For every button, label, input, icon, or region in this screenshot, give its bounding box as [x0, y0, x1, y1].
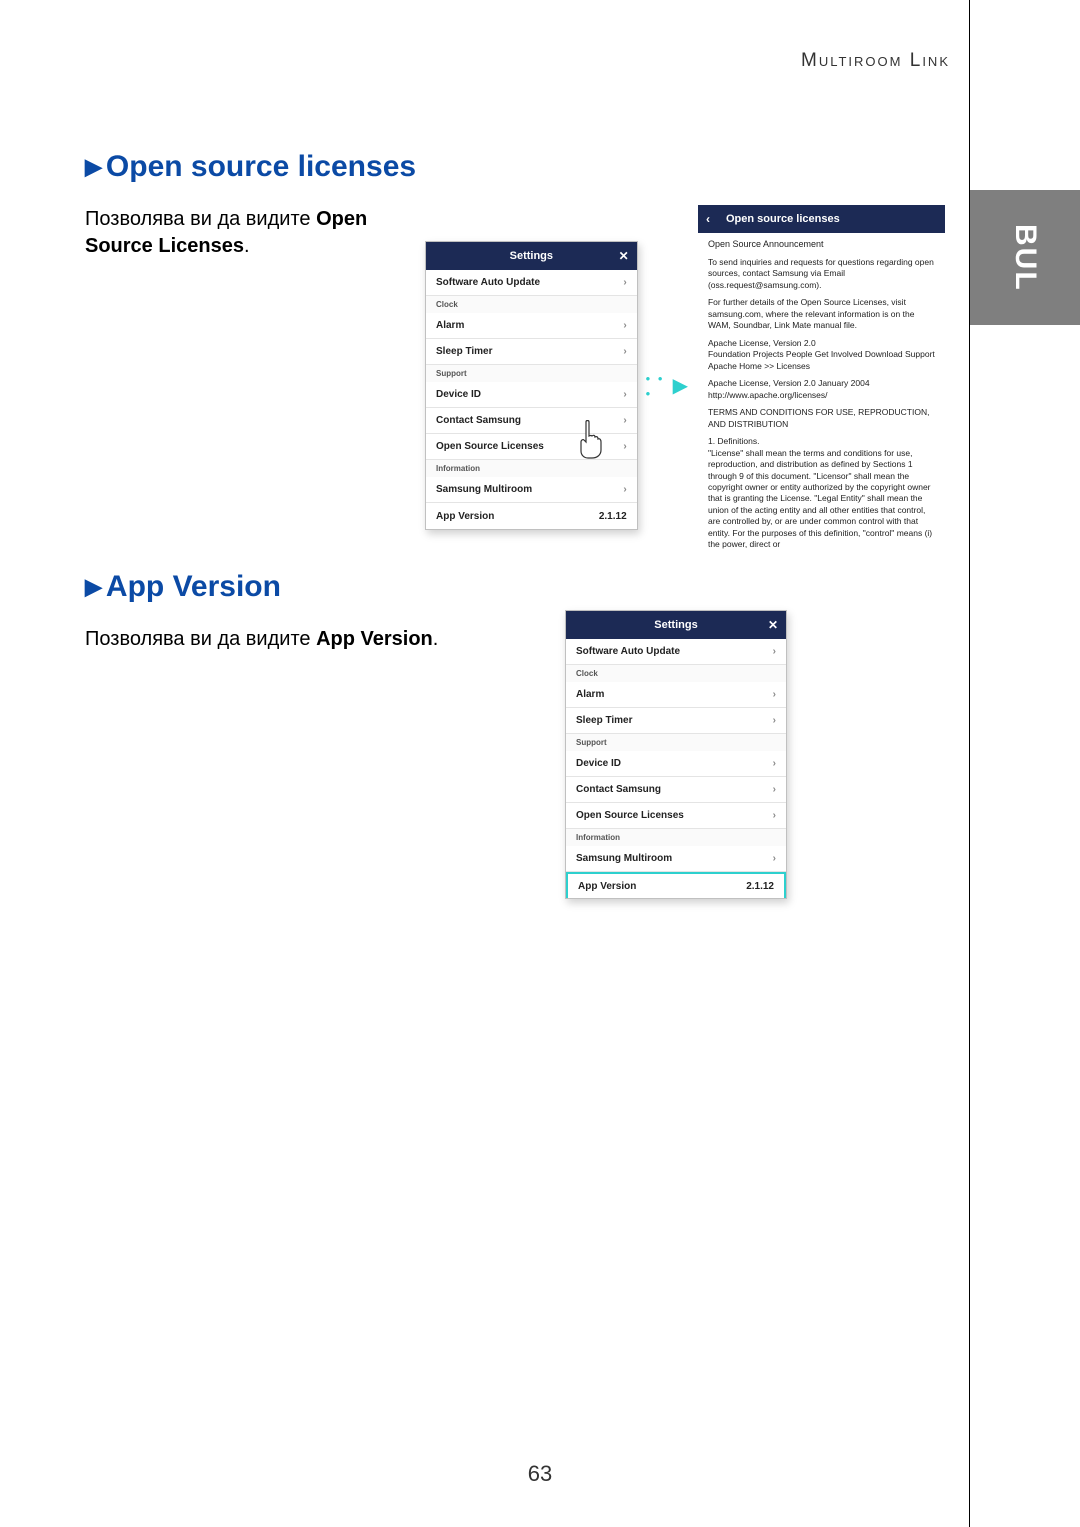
label: Device ID: [436, 389, 481, 400]
license-p5: TERMS AND CONDITIONS FOR USE, REPRODUCTI…: [708, 407, 935, 430]
license-title: Open source licenses: [726, 213, 840, 225]
settings-title: Settings: [654, 619, 697, 631]
language-tab-label: BUL: [1008, 224, 1042, 292]
license-p1: To send inquiries and requests for quest…: [708, 257, 935, 291]
label: Device ID: [576, 758, 621, 769]
label: Software Auto Update: [576, 646, 680, 657]
row-samsung-multiroom[interactable]: Samsung Multiroom ›: [566, 846, 786, 872]
group-information: Information: [566, 829, 786, 846]
row-app-version-highlighted[interactable]: App Version 2.1.12: [566, 872, 786, 898]
chevron-right-icon: ›: [773, 784, 776, 795]
transition-arrow-icon: • • •▶: [646, 371, 690, 401]
row-contact-samsung[interactable]: Contact Samsung ›: [566, 777, 786, 803]
triangle-icon: ▶: [85, 574, 102, 599]
chevron-right-icon: ›: [773, 715, 776, 726]
chevron-right-icon: ›: [623, 320, 626, 331]
body-bold: App Version: [316, 628, 433, 650]
body-prefix: Позволява ви да видите: [85, 628, 316, 650]
body-suffix: .: [244, 235, 250, 257]
label: Samsung Multiroom: [436, 484, 532, 495]
chevron-right-icon: ›: [623, 484, 626, 495]
license-p6: 1. Definitions. "License" shall mean the…: [708, 436, 935, 551]
chevron-right-icon: ›: [623, 346, 626, 357]
settings-title: Settings: [510, 250, 553, 262]
figure-row-1: Settings ✕ Software Auto Update › Clock A…: [425, 205, 945, 567]
heading-text: App Version: [106, 570, 281, 603]
label: Software Auto Update: [436, 277, 540, 288]
section-body: Позволява ви да видите Open Source Licen…: [85, 206, 415, 260]
language-tab: BUL: [970, 190, 1080, 325]
chevron-right-icon: ›: [773, 758, 776, 769]
row-alarm[interactable]: Alarm ›: [426, 313, 637, 339]
row-open-source-licenses[interactable]: Open Source Licenses ›: [566, 803, 786, 829]
row-sleep-timer[interactable]: Sleep Timer ›: [426, 339, 637, 365]
app-version-value: 2.1.12: [599, 511, 627, 522]
label: Contact Samsung: [576, 784, 661, 795]
row-device-id[interactable]: Device ID ›: [566, 751, 786, 777]
chevron-right-icon: ›: [623, 415, 626, 426]
settings-header: Settings ✕: [566, 611, 786, 639]
license-p2: For further details of the Open Source L…: [708, 297, 935, 331]
license-subtitle: Open Source Announcement: [698, 233, 945, 253]
close-icon[interactable]: ✕: [768, 618, 778, 632]
label: App Version: [436, 511, 494, 522]
row-device-id[interactable]: Device ID ›: [426, 382, 637, 408]
close-icon[interactable]: ✕: [619, 249, 629, 263]
app-version-value: 2.1.12: [746, 881, 774, 892]
chevron-right-icon: ›: [623, 389, 626, 400]
row-contact-samsung[interactable]: Contact Samsung ›: [426, 408, 637, 434]
label: Contact Samsung: [436, 415, 521, 426]
settings-phone-2: Settings ✕ Software Auto Update › Clock A…: [565, 610, 787, 899]
heading-text: Open source licenses: [106, 150, 416, 183]
license-phone: ‹ Open source licenses Open Source Annou…: [698, 205, 945, 567]
body-suffix: .: [433, 628, 439, 650]
license-body: To send inquiries and requests for quest…: [698, 253, 945, 567]
license-p4: Apache License, Version 2.0 January 2004…: [708, 378, 935, 401]
page-number: 63: [528, 1461, 552, 1487]
section-open-source-licenses: ▶Open source licenses Позволява ви да ви…: [85, 150, 945, 260]
group-information: Information: [426, 460, 637, 477]
group-support: Support: [426, 365, 637, 382]
section-heading: ▶App Version: [85, 570, 945, 604]
figure-row-2: Settings ✕ Software Auto Update › Clock A…: [565, 610, 787, 899]
back-icon[interactable]: ‹: [706, 212, 710, 226]
section-app-version: ▶App Version Позволява ви да видите App …: [85, 570, 945, 653]
chevron-right-icon: ›: [773, 646, 776, 657]
chevron-right-icon: ›: [773, 689, 776, 700]
row-app-version[interactable]: App Version 2.1.12: [426, 503, 637, 529]
section-heading: ▶Open source licenses: [85, 150, 945, 184]
label: Alarm: [436, 320, 464, 331]
row-software-auto-update[interactable]: Software Auto Update ›: [566, 639, 786, 665]
label: Sleep Timer: [436, 346, 493, 357]
row-samsung-multiroom[interactable]: Samsung Multiroom ›: [426, 477, 637, 503]
license-header: ‹ Open source licenses: [698, 205, 945, 233]
chevron-right-icon: ›: [773, 853, 776, 864]
label: Open Source Licenses: [576, 810, 684, 821]
group-clock: Clock: [426, 296, 637, 313]
body-prefix: Позволява ви да видите: [85, 208, 316, 230]
chevron-right-icon: ›: [773, 810, 776, 821]
settings-phone-1: Settings ✕ Software Auto Update › Clock A…: [425, 241, 638, 530]
chevron-right-icon: ›: [623, 277, 626, 288]
row-software-auto-update[interactable]: Software Auto Update ›: [426, 270, 637, 296]
group-clock: Clock: [566, 665, 786, 682]
license-p3: Apache License, Version 2.0 Foundation P…: [708, 338, 935, 372]
chevron-right-icon: ›: [623, 441, 626, 452]
settings-header: Settings ✕: [426, 242, 637, 270]
label: Samsung Multiroom: [576, 853, 672, 864]
row-sleep-timer[interactable]: Sleep Timer ›: [566, 708, 786, 734]
group-support: Support: [566, 734, 786, 751]
label: Open Source Licenses: [436, 441, 544, 452]
row-open-source-licenses[interactable]: Open Source Licenses ›: [426, 434, 637, 460]
label: Alarm: [576, 689, 604, 700]
row-alarm[interactable]: Alarm ›: [566, 682, 786, 708]
header-section-label: Multiroom Link: [801, 50, 950, 72]
label: Sleep Timer: [576, 715, 633, 726]
label: App Version: [578, 881, 636, 892]
triangle-icon: ▶: [85, 154, 102, 179]
section-body: Позволява ви да видите App Version.: [85, 626, 505, 653]
